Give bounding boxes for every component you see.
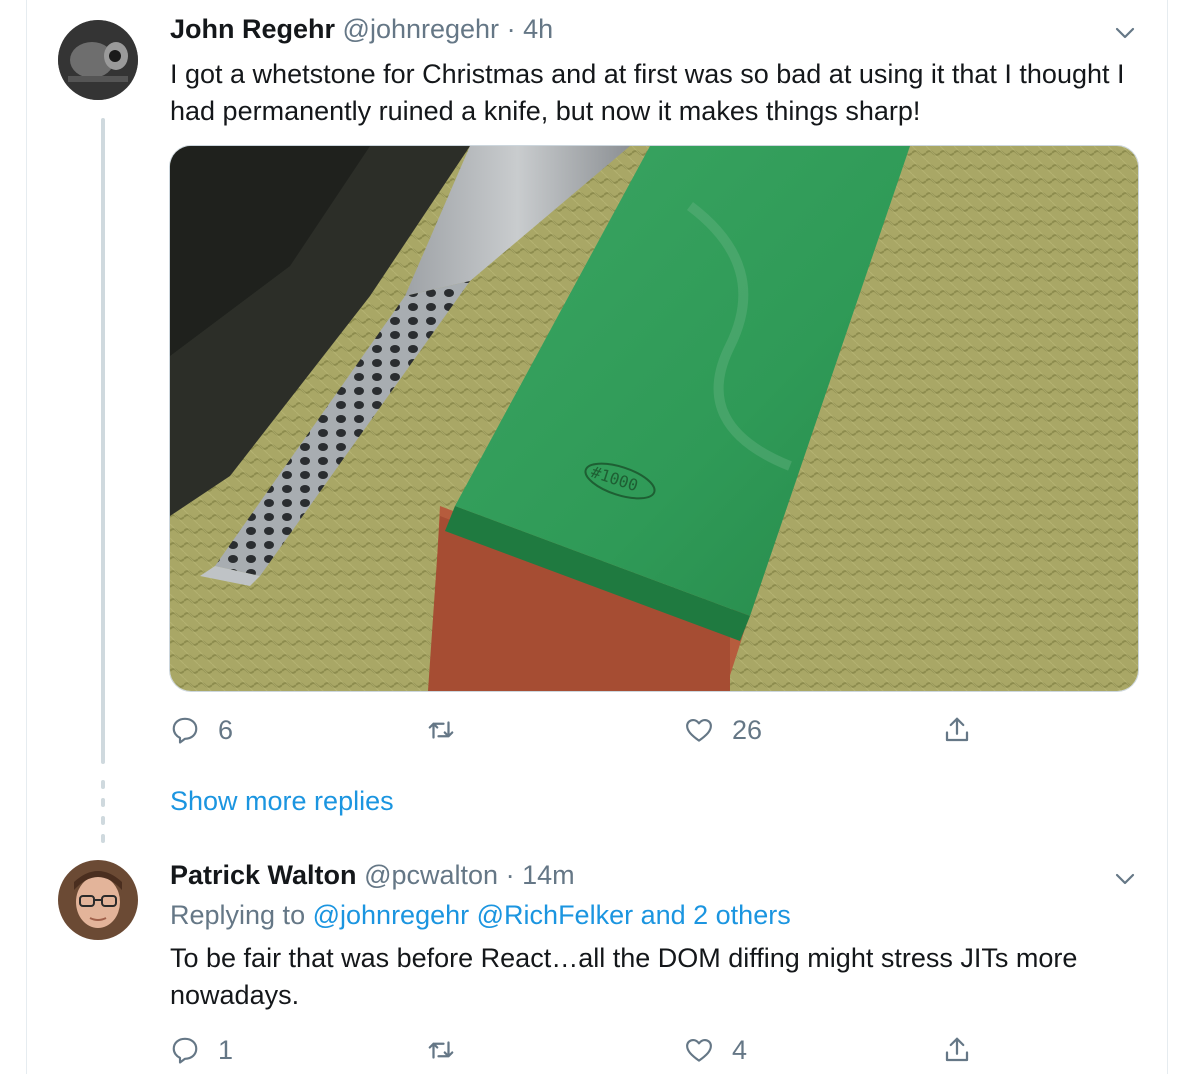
retweet-button[interactable] <box>426 710 474 750</box>
like-button[interactable]: 4 <box>684 1030 747 1070</box>
retweet-icon <box>428 721 454 739</box>
author-name[interactable]: John Regehr <box>170 14 335 44</box>
others-link[interactable]: and 2 others <box>641 900 791 930</box>
author-name[interactable]: Patrick Walton <box>170 860 357 890</box>
reply-button[interactable]: 1 <box>170 1030 233 1070</box>
avatar-patrick-walton[interactable] <box>58 860 138 940</box>
share-icon <box>945 717 969 742</box>
like-count: 4 <box>732 1034 748 1065</box>
like-icon <box>686 718 712 742</box>
tweet-photo[interactable]: #1000 <box>169 145 1139 692</box>
tweet2-actions: 1 4 <box>170 1030 990 1070</box>
share-icon <box>945 1037 969 1062</box>
tweet-text: I got a whetstone for Christmas and at f… <box>170 59 1125 126</box>
avatar-john-regehr[interactable] <box>58 20 138 100</box>
reply-button[interactable]: 6 <box>170 710 233 750</box>
reply-icon <box>172 1037 198 1064</box>
separator: · <box>505 860 515 890</box>
like-icon <box>686 1038 712 1062</box>
author-handle[interactable]: @johnregehr <box>343 14 500 44</box>
share-button[interactable] <box>942 710 972 750</box>
tweet2-header: Patrick Walton @pcwalton · 14m <box>170 860 575 891</box>
reply-icon <box>172 717 198 744</box>
separator: · <box>506 14 516 44</box>
retweet-button[interactable] <box>426 1030 474 1070</box>
replying-to-label: Replying to <box>170 900 306 930</box>
like-button[interactable]: 26 <box>684 710 762 750</box>
retweet-icon <box>428 1041 454 1059</box>
thread-dots <box>101 780 105 852</box>
tweet-time[interactable]: 4h <box>523 14 553 44</box>
whetstone-photo: #1000 <box>170 146 1138 691</box>
tweet1-actions: 6 26 <box>170 710 990 750</box>
share-button[interactable] <box>942 1030 972 1070</box>
mention-link[interactable]: @RichFelker <box>477 900 633 930</box>
replying-to-line: Replying to @johnregehr @RichFelker and … <box>170 900 791 931</box>
reply-count: 1 <box>218 1034 234 1065</box>
show-more-replies-link[interactable]: Show more replies <box>170 786 394 817</box>
tweet1-header: John Regehr @johnregehr · 4h <box>170 14 553 45</box>
tweet-time[interactable]: 14m <box>522 860 575 890</box>
chevron-down-icon[interactable] <box>1114 22 1136 44</box>
reply-count: 6 <box>218 714 234 745</box>
tweet-text: To be fair that was before React…all the… <box>170 943 1078 1010</box>
author-handle[interactable]: @pcwalton <box>364 860 498 890</box>
mention-link[interactable]: @johnregehr <box>313 900 470 930</box>
chevron-down-icon[interactable] <box>1114 868 1136 890</box>
like-count: 26 <box>732 714 763 745</box>
thread-connector-line <box>101 118 105 764</box>
